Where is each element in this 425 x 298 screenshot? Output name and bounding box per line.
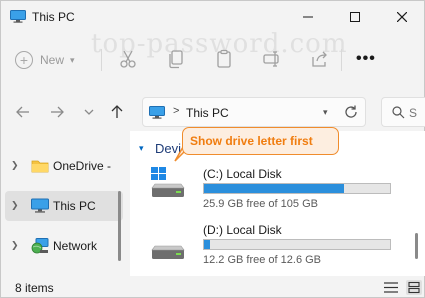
chevron-right-icon[interactable]: ❯ — [11, 240, 19, 251]
drive-name: (C:) Local Disk — [203, 167, 282, 181]
nav-item-network[interactable]: ❯ Network — [5, 231, 123, 261]
toolbar-separator — [341, 49, 342, 71]
tiles-view-button[interactable] — [406, 280, 422, 295]
drive-free-space: 12.2 GB free of 12.6 GB — [203, 254, 322, 266]
drive-name: (D:) Local Disk — [203, 223, 282, 237]
minimize-icon — [303, 16, 313, 18]
close-button[interactable] — [379, 1, 425, 33]
group-collapse-chevron-icon[interactable]: ▾ — [139, 143, 144, 154]
command-bar: + New ▾ top-password.com ••• — [1, 29, 425, 79]
refresh-icon[interactable] — [343, 104, 359, 120]
network-icon — [31, 238, 49, 254]
chevron-down-icon: ▾ — [70, 54, 75, 65]
nav-item-label: Network — [53, 239, 98, 253]
close-icon — [397, 12, 407, 22]
rename-icon[interactable] — [262, 49, 282, 69]
copy-icon[interactable] — [166, 49, 186, 69]
hard-drive-windows-icon — [151, 167, 185, 197]
up-arrow-icon[interactable] — [109, 104, 125, 120]
maximize-icon — [350, 12, 360, 22]
drive-tile-c[interactable]: (C:) Local Disk 25.9 GB free of 105 GB — [151, 167, 396, 217]
folder-icon — [31, 160, 49, 173]
search-box[interactable]: S — [381, 97, 425, 127]
cut-icon[interactable] — [118, 49, 138, 69]
breadcrumb-location[interactable]: This PC — [186, 106, 229, 120]
annotation-callout: Show drive letter first — [182, 127, 339, 155]
status-bar: 8 items — [1, 277, 425, 298]
nav-item-label: OneDrive - — [53, 159, 112, 173]
content-scrollbar[interactable] — [415, 233, 418, 259]
drive-free-space: 25.9 GB free of 105 GB — [203, 198, 318, 210]
callout-text: Show drive letter first — [190, 134, 313, 148]
forward-arrow-icon[interactable] — [49, 104, 65, 120]
window-title: This PC — [32, 10, 75, 24]
hard-drive-icon — [151, 245, 185, 259]
nav-item-label: This PC — [53, 199, 96, 213]
breadcrumb-separator[interactable]: > — [173, 105, 179, 117]
tiles-view-icon — [408, 281, 420, 294]
search-placeholder: S — [409, 106, 418, 120]
toolbar-separator — [101, 49, 102, 71]
drive-usage-fill — [204, 240, 210, 249]
drive-usage-bar — [203, 239, 391, 250]
drive-usage-bar — [203, 183, 391, 194]
details-view-icon[interactable] — [384, 281, 398, 294]
computer-icon — [10, 10, 26, 23]
nav-pane-scrollbar[interactable] — [118, 191, 121, 261]
drive-tile-d[interactable]: (D:) Local Disk 12.2 GB free of 12.6 GB — [151, 223, 396, 273]
address-history-chevron-icon[interactable]: ▾ — [323, 107, 328, 118]
file-explorer-window: This PC + New ▾ top-password.com ••• > T… — [0, 0, 425, 298]
back-arrow-icon[interactable] — [15, 104, 31, 120]
drive-usage-fill — [204, 184, 344, 193]
new-button-label: New — [40, 53, 65, 67]
recent-chevron-icon[interactable] — [81, 104, 97, 120]
computer-icon — [31, 198, 49, 213]
item-count: 8 items — [15, 281, 54, 295]
computer-icon — [149, 106, 165, 119]
paste-icon[interactable] — [214, 49, 234, 69]
search-icon — [392, 106, 405, 119]
nav-item-onedrive[interactable]: ❯ OneDrive - — [5, 151, 123, 181]
more-options-button[interactable]: ••• — [356, 50, 376, 68]
chevron-right-icon[interactable]: ❯ — [11, 160, 19, 171]
nav-item-this-pc[interactable]: ❯ This PC — [5, 191, 123, 221]
plus-icon: + — [15, 51, 33, 69]
new-button[interactable]: + New ▾ — [15, 49, 75, 71]
chevron-right-icon[interactable]: ❯ — [11, 200, 19, 211]
address-bar[interactable]: > This PC ▾ — [142, 97, 366, 127]
share-icon[interactable] — [310, 49, 330, 69]
